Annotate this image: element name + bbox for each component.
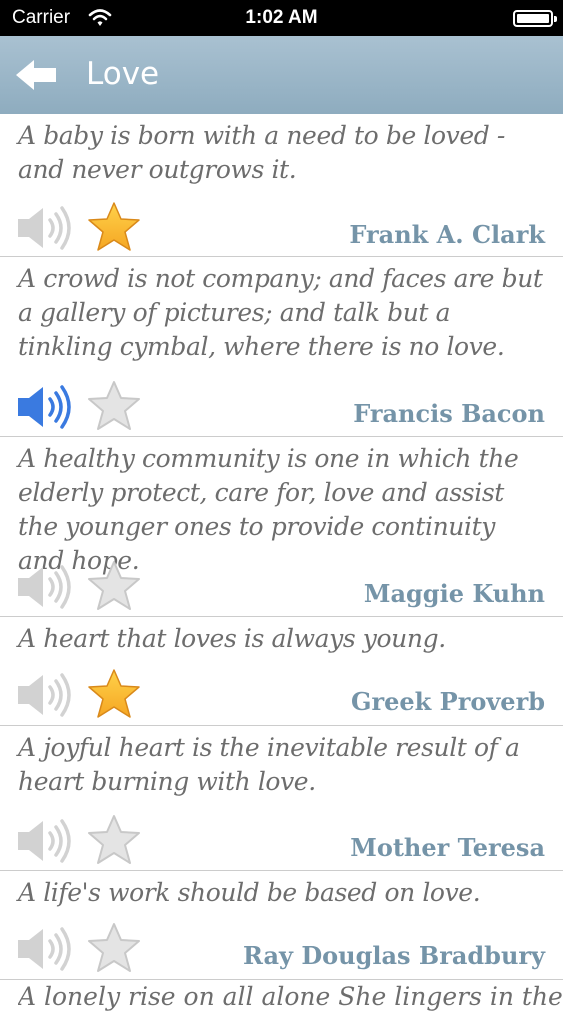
clock: 1:02 AM xyxy=(245,7,318,28)
quote-text: A baby is born with a need to be loved -… xyxy=(18,121,505,184)
quote-text: A joyful heart is the inevitable result … xyxy=(18,733,520,796)
quote-text: A healthy community is one in which the … xyxy=(18,444,519,575)
quote-row: A heart that loves is always young. Gree… xyxy=(0,617,563,726)
quote-list[interactable]: A baby is born with a need to be loved -… xyxy=(0,114,563,980)
author-name: Ray Douglas Bradbury xyxy=(242,941,545,970)
star-icon[interactable] xyxy=(86,921,142,975)
quote-row: A life's work should be based on love. R… xyxy=(0,871,563,980)
star-icon[interactable] xyxy=(86,667,142,721)
author-name: Maggie Kuhn xyxy=(363,579,545,608)
navigation-bar: Love xyxy=(0,36,563,114)
quote-text: A crowd is not company; and faces are bu… xyxy=(18,264,543,361)
speaker-icon[interactable] xyxy=(14,672,74,718)
quote-text: A heart that loves is always young. xyxy=(18,624,446,653)
star-icon[interactable] xyxy=(86,200,142,254)
speaker-icon[interactable] xyxy=(14,384,74,430)
speaker-icon[interactable] xyxy=(14,926,74,972)
quote-row: A joyful heart is the inevitable result … xyxy=(0,726,563,871)
quote-text-partial: A lonely rise on all alone She lingers i… xyxy=(18,982,563,1011)
back-arrow-icon xyxy=(16,60,56,90)
author-name: Francis Bacon xyxy=(353,399,545,428)
page-title: Love xyxy=(86,56,160,92)
author-name: Mother Teresa xyxy=(350,833,545,862)
quote-row: A healthy community is one in which the … xyxy=(0,437,563,617)
speaker-icon[interactable] xyxy=(14,564,74,610)
star-icon[interactable] xyxy=(86,379,142,433)
author-name: Frank A. Clark xyxy=(349,220,545,249)
quote-row: A crowd is not company; and faces are bu… xyxy=(0,257,563,437)
quote-text: A life's work should be based on love. xyxy=(18,878,481,907)
battery-icon xyxy=(513,10,557,27)
status-bar: Carrier 1:02 AM xyxy=(0,0,563,36)
back-button[interactable] xyxy=(14,56,60,94)
star-icon[interactable] xyxy=(86,813,142,867)
quote-row: A baby is born with a need to be loved -… xyxy=(0,114,563,257)
star-icon[interactable] xyxy=(86,559,142,613)
speaker-icon[interactable] xyxy=(14,818,74,864)
author-name: Greek Proverb xyxy=(350,687,545,716)
speaker-icon[interactable] xyxy=(14,205,74,251)
